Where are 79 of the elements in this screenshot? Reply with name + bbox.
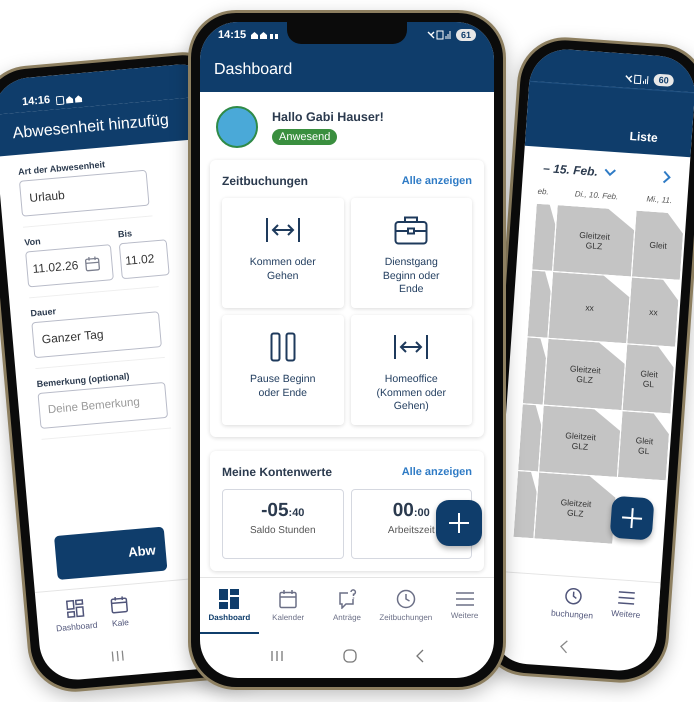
avatar xyxy=(216,106,258,148)
calendar-cell[interactable]: Gleitzeit GLZ xyxy=(539,406,622,477)
notification-icons xyxy=(56,94,83,106)
recent-apps-icon[interactable] xyxy=(270,650,284,662)
presence-badge: Anwesend xyxy=(272,128,338,144)
nav-tab[interactable]: Zeitbuchungen xyxy=(376,578,436,634)
calendar-cell[interactable] xyxy=(528,270,552,338)
plus-icon xyxy=(620,506,644,530)
day-header: Mi., 11. xyxy=(645,193,674,208)
calendar-cell[interactable]: Gleitzeit GLZ xyxy=(553,205,636,276)
day-header: Di., 10. Feb. xyxy=(573,188,620,204)
balance-tile[interactable]: -05:40 Saldo Stunden xyxy=(222,489,344,559)
pause-icon xyxy=(270,331,296,363)
balance-value: -05:40 xyxy=(261,500,304,522)
page-title: Abwesenheit hinzufüg xyxy=(12,112,170,144)
clock-icon xyxy=(396,588,416,608)
nav-tab[interactable]: Weitere xyxy=(435,578,494,634)
status-icons xyxy=(426,30,451,40)
calendar-cell[interactable] xyxy=(522,337,548,405)
action-tile[interactable]: Pause Beginn oder Ende xyxy=(222,315,344,425)
add-button[interactable] xyxy=(610,496,654,541)
calendar-cell[interactable]: xx xyxy=(548,272,631,344)
calendar-cell[interactable]: Gleitzeit GLZ xyxy=(534,472,617,544)
dashboard-icon xyxy=(65,598,85,618)
nav-tab[interactable]: Dashboard xyxy=(200,578,259,634)
calendar-cell[interactable]: Gleit GL xyxy=(618,411,670,480)
action-tile[interactable]: Homeoffice (Kommen oder Gehen) xyxy=(350,315,472,425)
calendar-cell[interactable] xyxy=(513,471,538,538)
field-label: Bis xyxy=(118,227,134,240)
date-field[interactable]: 11.02.26 xyxy=(25,244,114,288)
back-icon[interactable] xyxy=(559,639,568,654)
balance-label: Arbeitszeit xyxy=(388,525,435,536)
submit-button[interactable]: Abw xyxy=(54,526,168,580)
status-time: 14:16 xyxy=(22,94,51,108)
input-field[interactable]: 11.02 xyxy=(118,239,170,280)
page-title: Dashboard xyxy=(214,61,292,79)
nav-item[interactable]: Dashboard xyxy=(54,598,98,634)
action-tile[interactable]: Kommen oder Gehen xyxy=(222,198,344,308)
show-all-link[interactable]: Alle anzeigen xyxy=(402,466,472,478)
calendar-icon xyxy=(84,255,101,272)
recent-apps-icon[interactable] xyxy=(110,649,126,663)
battery-level: 60 xyxy=(653,74,674,87)
menu-icon xyxy=(454,590,475,606)
calendar-cell[interactable]: Gleit GL xyxy=(622,344,676,414)
section-title: Zeitbuchungen xyxy=(222,174,308,188)
status-icons xyxy=(624,74,649,86)
calendar-icon xyxy=(109,595,129,615)
nav-tab[interactable]: Anträge xyxy=(318,578,376,634)
chevron-down-icon[interactable] xyxy=(604,168,616,178)
action-tile[interactable]: Dienstgang Beginn oder Ende xyxy=(350,198,472,308)
status-time: 14:15 xyxy=(218,29,246,41)
balance-label: Saldo Stunden xyxy=(250,525,316,536)
plus-icon xyxy=(448,512,470,534)
tab[interactable]: Liste xyxy=(628,129,658,155)
balance-value: 00:00 xyxy=(392,500,430,522)
calendar-cell[interactable] xyxy=(518,404,543,472)
back-icon[interactable] xyxy=(416,649,424,663)
nav-tab[interactable]: Kalender xyxy=(258,578,318,634)
dashboard-icon xyxy=(219,588,240,608)
calendar-cell[interactable] xyxy=(532,204,557,271)
calendar-cell[interactable]: xx xyxy=(627,278,680,347)
calendar-icon xyxy=(278,588,298,608)
menu-icon xyxy=(617,590,636,606)
nav-item[interactable]: Weitere xyxy=(610,590,642,624)
section-title: Meine Kontenwerte xyxy=(222,465,332,479)
show-all-link[interactable]: Alle anzeigen xyxy=(402,175,472,187)
date-range: – 15. Feb. xyxy=(542,161,598,179)
calendar-cell[interactable]: Gleitzeit GLZ xyxy=(544,338,626,410)
clock-icon xyxy=(564,586,583,606)
home-icon[interactable] xyxy=(342,649,357,663)
briefcase-icon xyxy=(394,214,428,246)
day-header: eb. xyxy=(537,186,550,198)
calendar-cell[interactable]: Gleit xyxy=(632,210,684,280)
battery-level: 61 xyxy=(456,29,476,41)
greeting: Hallo Gabi Hauser! xyxy=(272,110,384,124)
nav-item[interactable]: Kale xyxy=(109,595,130,628)
nav-item[interactable]: buchungen xyxy=(550,586,595,621)
chat-question-icon xyxy=(336,588,357,608)
add-button[interactable] xyxy=(436,500,482,546)
